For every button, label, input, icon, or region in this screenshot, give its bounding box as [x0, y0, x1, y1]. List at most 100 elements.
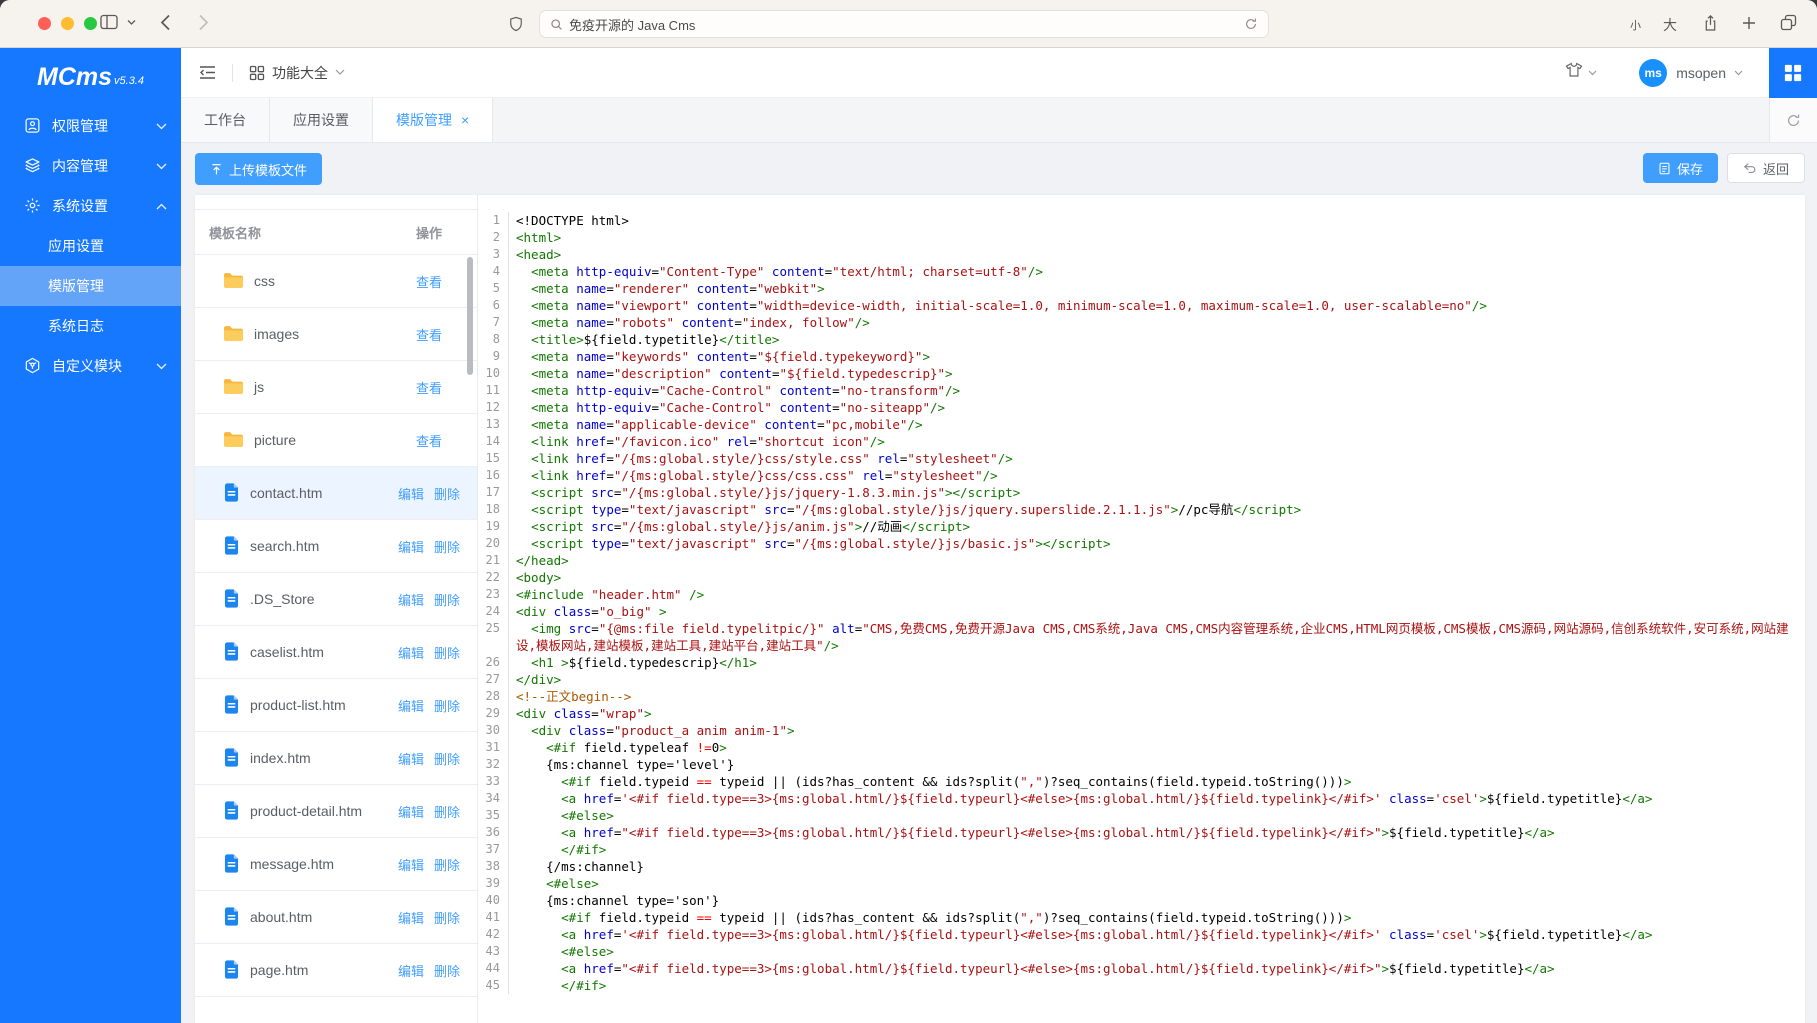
table-row[interactable]: about.htm 编辑删除 — [195, 891, 477, 944]
code-line-26[interactable]: 26 <h1 >${field.typedescrip}</h1> — [478, 654, 1795, 671]
edit-link[interactable]: 编辑 — [398, 858, 424, 873]
delete-link[interactable]: 删除 — [434, 964, 460, 979]
new-tab-icon[interactable] — [1742, 16, 1756, 30]
code-line-23[interactable]: 23 <#include "header.htm" /> — [478, 586, 1795, 603]
sidebar-item-3[interactable]: 自定义模块 — [0, 346, 181, 386]
close-tab-icon[interactable]: × — [461, 112, 469, 128]
view-link[interactable]: 查看 — [416, 434, 442, 449]
code-line-16[interactable]: 16 <link href="/{ms:global.style/}css/cs… — [478, 467, 1795, 484]
code-line-24[interactable]: 24 <div class="o_big" > — [478, 603, 1795, 620]
code-line-32[interactable]: 32 {ms:channel type='level'} — [478, 756, 1795, 773]
sidebar-item-0[interactable]: 权限管理 — [0, 106, 181, 146]
table-row[interactable]: css 查看 — [195, 255, 477, 308]
delete-link[interactable]: 删除 — [434, 540, 460, 555]
code-line-36[interactable]: 36 <a href="<#if field.type==3>{ms:globa… — [478, 824, 1795, 841]
code-line-9[interactable]: 9 <meta name="keywords" content="${field… — [478, 348, 1795, 365]
code-line-22[interactable]: 22 <body> — [478, 569, 1795, 586]
delete-link[interactable]: 删除 — [434, 646, 460, 661]
back-icon[interactable] — [160, 14, 171, 31]
table-row[interactable]: product-detail.htm 编辑删除 — [195, 785, 477, 838]
code-line-44[interactable]: 44 <a href="<#if field.type==3>{ms:globa… — [478, 960, 1795, 977]
code-line-6[interactable]: 6 <meta name="viewport" content="width=d… — [478, 297, 1795, 314]
maximize-window-button[interactable] — [84, 17, 97, 30]
code-line-1[interactable]: 1 <!DOCTYPE html> — [478, 212, 1795, 229]
code-line-12[interactable]: 12 <meta http-equiv="Cache-Control" cont… — [478, 399, 1795, 416]
code-line-19[interactable]: 19 <script src="/{ms:global.style/}js/an… — [478, 518, 1795, 535]
delete-link[interactable]: 删除 — [434, 593, 460, 608]
code-line-35[interactable]: 35 <#else> — [478, 807, 1795, 824]
delete-link[interactable]: 删除 — [434, 911, 460, 926]
code-line-43[interactable]: 43 <#else> — [478, 943, 1795, 960]
table-row[interactable]: caselist.htm 编辑删除 — [195, 626, 477, 679]
delete-link[interactable]: 删除 — [434, 858, 460, 873]
theme-switcher[interactable] — [1565, 62, 1597, 83]
table-row[interactable]: search.htm 编辑删除 — [195, 520, 477, 573]
view-link[interactable]: 查看 — [416, 328, 442, 343]
table-row[interactable]: images 查看 — [195, 308, 477, 361]
edit-link[interactable]: 编辑 — [398, 752, 424, 767]
edit-link[interactable]: 编辑 — [398, 911, 424, 926]
code-line-34[interactable]: 34 <a href='<#if field.type==3>{ms:globa… — [478, 790, 1795, 807]
view-link[interactable]: 查看 — [416, 381, 442, 396]
edit-link[interactable]: 编辑 — [398, 646, 424, 661]
tab-应用设置[interactable]: 应用设置 — [270, 98, 373, 142]
tab-模版管理[interactable]: 模版管理 × — [373, 98, 493, 142]
code-line-33[interactable]: 33 <#if field.typeid == typeid || (ids?h… — [478, 773, 1795, 790]
delete-link[interactable]: 删除 — [434, 699, 460, 714]
table-row[interactable]: product-list.htm 编辑删除 — [195, 679, 477, 732]
code-line-13[interactable]: 13 <meta name="applicable-device" conten… — [478, 416, 1795, 433]
delete-link[interactable]: 删除 — [434, 805, 460, 820]
address-bar[interactable]: 免疫开源的 Java Cms — [539, 10, 1269, 38]
code-line-31[interactable]: 31 <#if field.typeleaf !=0> — [478, 739, 1795, 756]
code-line-30[interactable]: 30 <div class="product_a anim anim-1"> — [478, 722, 1795, 739]
table-row[interactable]: message.htm 编辑删除 — [195, 838, 477, 891]
code-line-38[interactable]: 38 {/ms:channel} — [478, 858, 1795, 875]
table-row[interactable]: picture 查看 — [195, 414, 477, 467]
forward-icon[interactable] — [198, 14, 209, 31]
upload-template-button[interactable]: 上传模板文件 — [195, 153, 322, 185]
tab-overview-icon[interactable] — [1780, 14, 1797, 31]
edit-link[interactable]: 编辑 — [398, 964, 424, 979]
collapse-sidebar-icon[interactable] — [199, 65, 216, 80]
code-line-8[interactable]: 8 <title>${field.typetitle}</title> — [478, 331, 1795, 348]
edit-link[interactable]: 编辑 — [398, 805, 424, 820]
table-scrollbar[interactable] — [467, 257, 473, 375]
feature-menu[interactable]: 功能大全 — [249, 63, 345, 83]
code-line-18[interactable]: 18 <script type="text/javascript" src="/… — [478, 501, 1795, 518]
browser-sidebar-icon[interactable] — [100, 14, 118, 30]
apps-grid-button[interactable] — [1769, 48, 1817, 98]
reload-icon[interactable] — [1244, 17, 1258, 31]
code-line-40[interactable]: 40 {ms:channel type='son'} — [478, 892, 1795, 909]
shield-icon[interactable] — [509, 15, 523, 33]
sidebar-subitem[interactable]: 应用设置 — [0, 226, 181, 266]
share-icon[interactable] — [1703, 14, 1718, 32]
edit-link[interactable]: 编辑 — [398, 699, 424, 714]
code-line-14[interactable]: 14 <link href="/favicon.ico" rel="shortc… — [478, 433, 1795, 450]
table-row[interactable]: contact.htm 编辑删除 — [195, 467, 477, 520]
code-line-21[interactable]: 21 </head> — [478, 552, 1795, 569]
code-line-25[interactable]: 25 <img src="{@ms:file field.typelitpic/… — [478, 620, 1795, 654]
code-line-28[interactable]: 28 <!--正文begin--> — [478, 688, 1795, 705]
code-line-4[interactable]: 4 <meta http-equiv="Content-Type" conten… — [478, 263, 1795, 280]
sidebar-item-2[interactable]: 系统设置 — [0, 186, 181, 226]
username[interactable]: msopen — [1676, 65, 1726, 81]
view-link[interactable]: 查看 — [416, 275, 442, 290]
sidebar-subitem[interactable]: 系统日志 — [0, 306, 181, 346]
delete-link[interactable]: 删除 — [434, 487, 460, 502]
code-line-27[interactable]: 27 </div> — [478, 671, 1795, 688]
code-line-3[interactable]: 3 <head> — [478, 246, 1795, 263]
save-button[interactable]: 保存 — [1643, 153, 1718, 183]
code-line-17[interactable]: 17 <script src="/{ms:global.style/}js/jq… — [478, 484, 1795, 501]
close-window-button[interactable] — [38, 17, 51, 30]
text-smaller-button[interactable]: 小 — [1630, 17, 1641, 33]
code-line-10[interactable]: 10 <meta name="description" content="${f… — [478, 365, 1795, 382]
code-line-37[interactable]: 37 </#if> — [478, 841, 1795, 858]
table-row[interactable]: page.htm 编辑删除 — [195, 944, 477, 997]
minimize-window-button[interactable] — [61, 17, 74, 30]
code-line-41[interactable]: 41 <#if field.typeid == typeid || (ids?h… — [478, 909, 1795, 926]
code-line-11[interactable]: 11 <meta http-equiv="Cache-Control" cont… — [478, 382, 1795, 399]
chevron-down-icon[interactable] — [127, 19, 136, 26]
text-larger-button[interactable]: 大 — [1663, 15, 1677, 35]
code-line-7[interactable]: 7 <meta name="robots" content="index, fo… — [478, 314, 1795, 331]
sidebar-subitem[interactable]: 模版管理 — [0, 266, 181, 306]
